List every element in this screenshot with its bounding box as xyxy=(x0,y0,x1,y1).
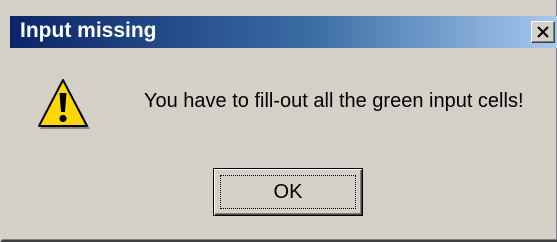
title-bar[interactable]: Input missing xyxy=(10,16,557,48)
close-button[interactable] xyxy=(531,21,555,43)
ok-button[interactable]: OK xyxy=(213,168,363,216)
close-icon xyxy=(537,26,549,38)
warning-icon xyxy=(38,79,90,129)
message-text: You have to fill-out all the green input… xyxy=(144,90,524,112)
ok-button-label: OK xyxy=(273,181,303,203)
dialog-title: Input missing xyxy=(20,19,157,42)
message-dialog: Input missing You have to fill-out all t… xyxy=(0,0,557,242)
